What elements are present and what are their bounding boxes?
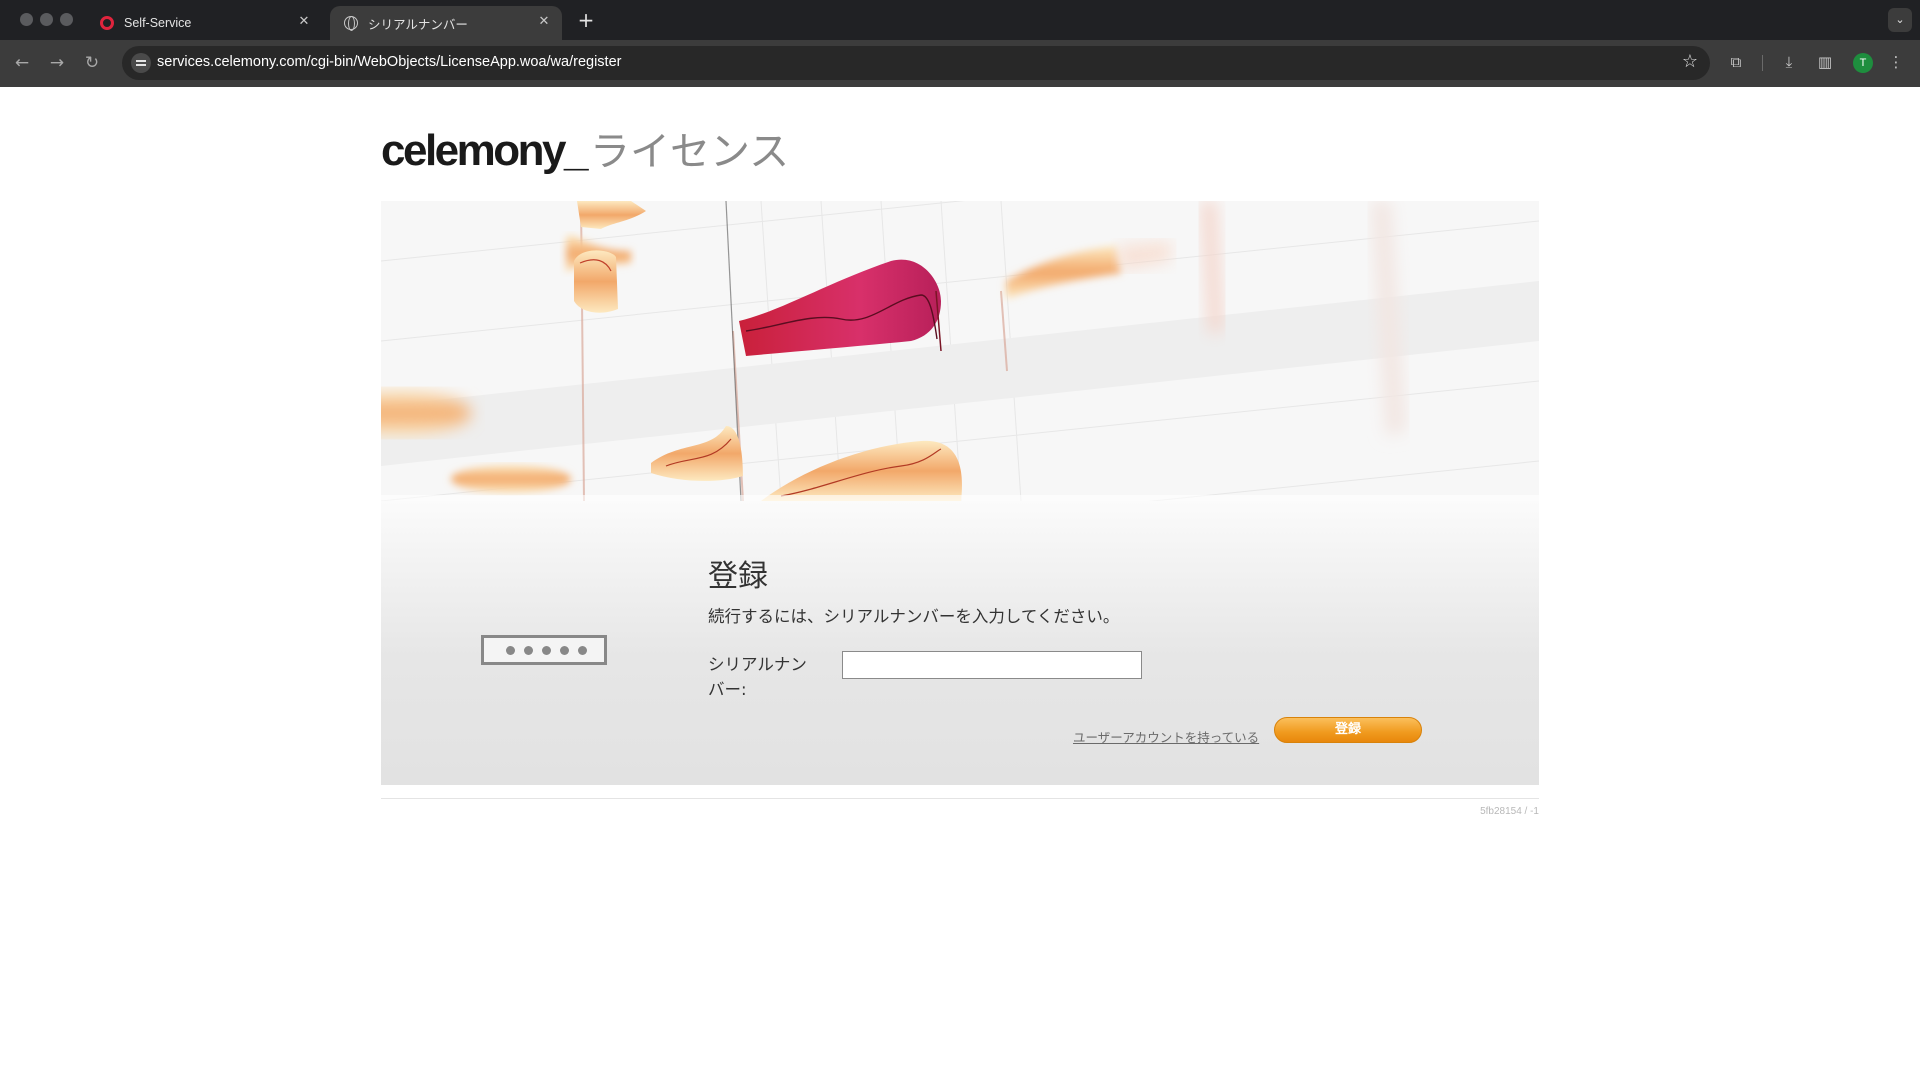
serial-dot [578, 646, 587, 655]
serial-number-label: シリアルナンバー: [708, 655, 807, 699]
register-button[interactable]: 登録 [1274, 717, 1422, 743]
brand-header: celemony_ ライセンス [381, 119, 789, 175]
registration-panel: 登録 続行するには、シリアルナンバーを入力してください。 シリアルナンバー: ユ… [381, 501, 1539, 785]
existing-account-link[interactable]: ユーザーアカウントを持っている [1073, 727, 1259, 746]
footer-divider [381, 798, 1539, 799]
tab-serial-number[interactable]: シリアルナンバー ✕ [330, 6, 562, 40]
extensions-icon[interactable]: ⧉ [1726, 52, 1746, 72]
address-bar[interactable]: services.celemony.com/cgi-bin/WebObjects… [122, 46, 1710, 80]
serial-dot [524, 646, 533, 655]
serial-dot [506, 646, 515, 655]
browser-tab-bar: Self-Service ✕ シリアルナンバー ✕ + ⌄ [0, 0, 1920, 40]
reload-icon[interactable]: ↻ [80, 51, 104, 75]
hero-banner [381, 201, 1539, 501]
tab-title: Self-Service [124, 16, 192, 30]
close-tab-icon[interactable]: ✕ [536, 14, 552, 30]
menu-icon[interactable]: ⋮ [1886, 52, 1906, 72]
side-panel-icon[interactable]: ▥ [1815, 52, 1835, 72]
avatar[interactable]: T [1853, 53, 1873, 73]
tab-title: シリアルナンバー [368, 17, 468, 32]
close-tab-icon[interactable]: ✕ [296, 14, 312, 30]
back-icon[interactable]: ← [10, 51, 34, 75]
melodyne-blobs-illustration [381, 201, 1539, 501]
build-id: 5fb28154 / -1 [1480, 806, 1539, 817]
forward-icon[interactable]: → [45, 51, 69, 75]
close-window-icon[interactable] [20, 13, 33, 26]
browser-toolbar: ← → ↻ services.celemony.com/cgi-bin/WebO… [0, 40, 1920, 87]
download-icon[interactable]: ⤓ [1779, 52, 1799, 72]
minimize-window-icon[interactable] [40, 13, 53, 26]
toolbar-divider [1762, 55, 1763, 71]
opera-icon [100, 16, 114, 30]
site-settings-icon[interactable] [131, 53, 151, 73]
bookmark-star-icon[interactable]: ☆ [1682, 51, 1698, 72]
serial-number-icon [481, 635, 607, 665]
globe-icon [344, 16, 358, 31]
celemony-logo: celemony_ [381, 126, 588, 175]
serial-dot [560, 646, 569, 655]
new-tab-icon[interactable]: + [572, 6, 600, 34]
instruction-text: 続行するには、シリアルナンバーを入力してください。 [708, 607, 1120, 626]
tab-self-service[interactable]: Self-Service ✕ [86, 6, 322, 40]
url-text[interactable]: services.celemony.com/cgi-bin/WebObjects… [157, 54, 621, 70]
serial-number-input[interactable] [842, 651, 1142, 679]
serial-dot [542, 646, 551, 655]
page-subtitle: ライセンス [589, 129, 790, 175]
tab-search-icon[interactable]: ⌄ [1888, 8, 1912, 32]
page-title: 登録 [708, 559, 768, 594]
zoom-window-icon[interactable] [60, 13, 73, 26]
